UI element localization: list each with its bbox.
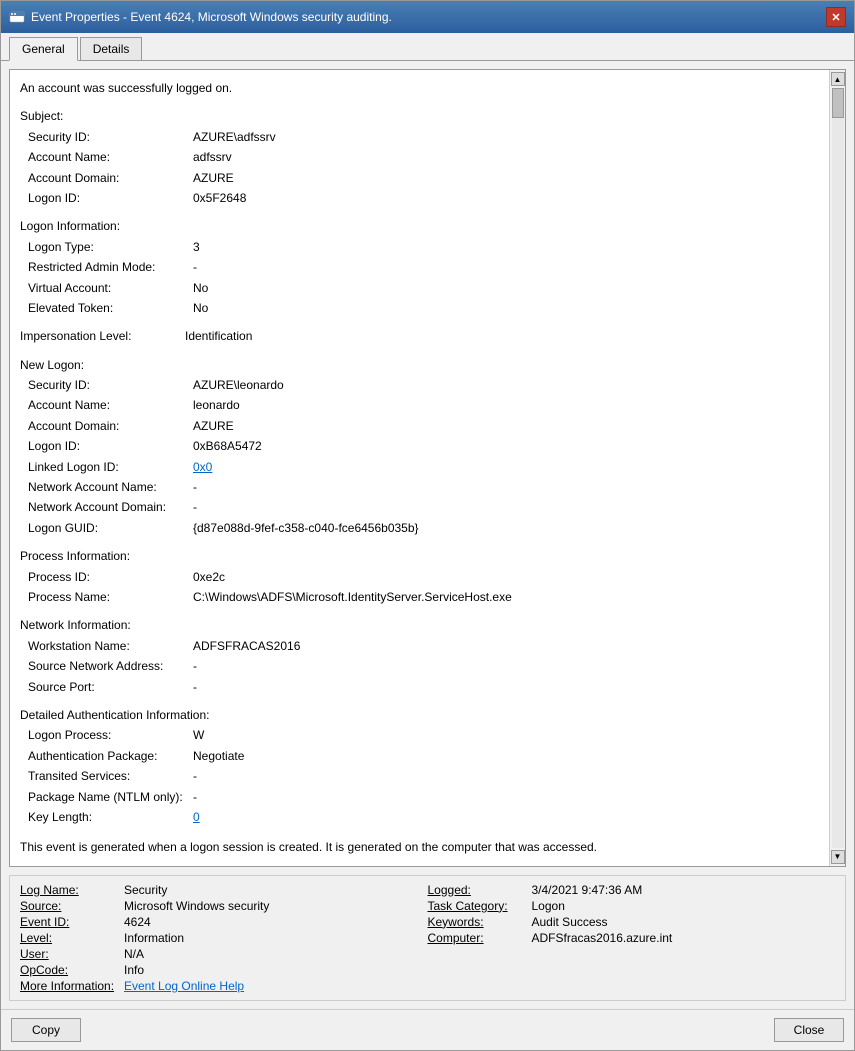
field-impersonation-level: Impersonation Level: Identification [20,326,819,346]
event-text-panel: An account was successfully logged on. S… [9,69,846,867]
scroll-down-button[interactable]: ▼ [831,850,845,864]
field-security-id-newlogon: Security ID: AZURE\leonardo [20,375,819,395]
field-account-name-newlogon: Account Name: leonardo [20,395,819,415]
section-new-logon-title: New Logon: [20,355,819,375]
field-logon-guid: Logon GUID: {d87e088d-9fef-c358-c040-fce… [20,518,819,538]
info-log-name: Log Name: Security [20,882,428,898]
field-package-name-ntlm: Package Name (NTLM only): - [20,787,819,807]
title-bar-left: Event Properties - Event 4624, Microsoft… [9,9,392,25]
field-linked-logon-id: Linked Logon ID: 0x0 [20,457,819,477]
section-network-info-title: Network Information: [20,615,819,635]
field-restricted-admin: Restricted Admin Mode: - [20,257,819,277]
event-text: An account was successfully logged on. S… [20,78,819,858]
field-account-domain-newlogon: Account Domain: AZURE [20,416,819,436]
section-logon-info-title: Logon Information: [20,216,819,236]
section-process-info-title: Process Information: [20,546,819,566]
field-logon-id-newlogon: Logon ID: 0xB68A5472 [20,436,819,456]
info-user: User: N/A [20,946,428,962]
copy-button[interactable]: Copy [11,1018,81,1042]
field-logon-id-subject: Logon ID: 0x5F2648 [20,188,819,208]
info-logged: Logged: 3/4/2021 9:47:36 AM [428,882,836,898]
info-right-col: Logged: 3/4/2021 9:47:36 AM Task Categor… [428,882,836,994]
close-button-title[interactable]: ✕ [826,7,846,27]
field-workstation-name: Workstation Name: ADFSFRACAS2016 [20,636,819,656]
field-elevated-token: Elevated Token: No [20,298,819,318]
field-virtual-account: Virtual Account: No [20,278,819,298]
event-intro: An account was successfully logged on. [20,78,819,98]
field-logon-type: Logon Type: 3 [20,237,819,257]
scroll-thumb[interactable] [832,88,844,118]
field-security-id-subject: Security ID: AZURE\adfssrv [20,127,819,147]
event-properties-window: Event Properties - Event 4624, Microsoft… [0,0,855,1051]
section-subject-title: Subject: [20,106,819,126]
info-panel: Log Name: Security Source: Microsoft Win… [9,875,846,1001]
info-event-id: Event ID: 4624 [20,914,428,930]
field-key-length: Key Length: 0 [20,807,819,827]
info-left-col: Log Name: Security Source: Microsoft Win… [20,882,428,994]
field-logon-process: Logon Process: W [20,725,819,745]
field-source-port: Source Port: - [20,677,819,697]
field-auth-package: Authentication Package: Negotiate [20,746,819,766]
field-account-name-subject: Account Name: adfssrv [20,147,819,167]
section-auth-info-title: Detailed Authentication Information: [20,705,819,725]
field-network-account-domain: Network Account Domain: - [20,497,819,517]
info-more-information: More Information: Event Log Online Help [20,978,428,994]
content-area: An account was successfully logged on. S… [1,61,854,1009]
tabs-row: General Details [1,33,854,61]
vertical-scrollbar[interactable]: ▲ ▼ [829,70,845,866]
bottom-bar: Copy Close [1,1009,854,1050]
scroll-up-button[interactable]: ▲ [831,72,845,86]
info-level: Level: Information [20,930,428,946]
field-process-id: Process ID: 0xe2c [20,567,819,587]
info-source: Source: Microsoft Windows security [20,898,428,914]
tab-general[interactable]: General [9,37,78,61]
window-title: Event Properties - Event 4624, Microsoft… [31,10,392,24]
field-process-name: Process Name: C:\Windows\ADFS\Microsoft.… [20,587,819,607]
field-source-network-address: Source Network Address: - [20,656,819,676]
info-computer: Computer: ADFSfracas2016.azure.int [428,930,836,946]
field-network-account-name: Network Account Name: - [20,477,819,497]
info-keywords: Keywords: Audit Success [428,914,836,930]
title-bar: Event Properties - Event 4624, Microsoft… [1,1,854,33]
info-opcode: OpCode: Info [20,962,428,978]
field-transited-services: Transited Services: - [20,766,819,786]
scroll-track[interactable] [832,88,844,848]
close-button[interactable]: Close [774,1018,844,1042]
field-account-domain-subject: Account Domain: AZURE [20,168,819,188]
tab-details[interactable]: Details [80,37,143,60]
event-scroll-content[interactable]: An account was successfully logged on. S… [10,70,829,866]
info-task-category: Task Category: Logon [428,898,836,914]
window-icon [9,9,25,25]
